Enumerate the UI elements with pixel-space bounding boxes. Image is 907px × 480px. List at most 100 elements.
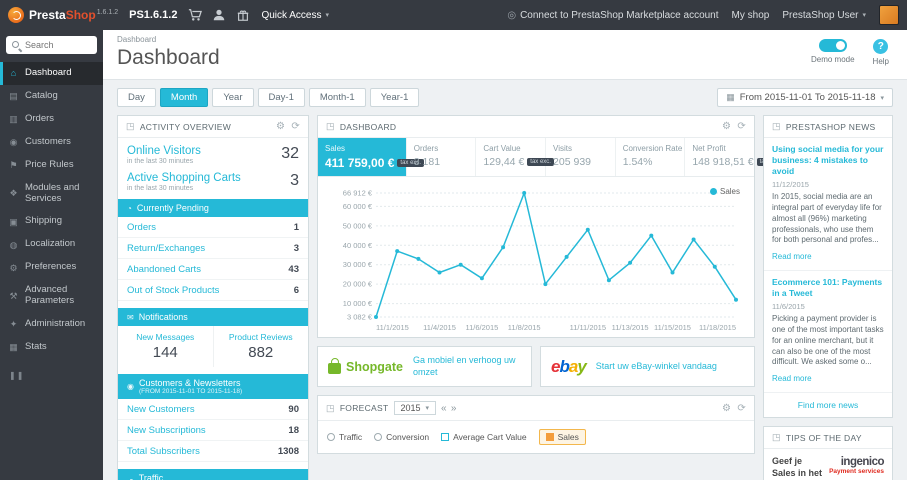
filter-month-1-button[interactable]: Month-1 — [308, 88, 366, 107]
customers-icon: ◉ — [9, 137, 18, 148]
abandoned-carts-link[interactable]: Abandoned Carts — [127, 264, 201, 275]
shopgate-link[interactable]: Ga mobiel en verhoog uw omzet — [413, 355, 521, 378]
news-article-title[interactable]: Using social media for your business: 4 … — [772, 144, 884, 177]
forecast-legend-conversion[interactable]: Conversion — [374, 432, 429, 442]
notifications-title: Notifications — [138, 312, 188, 322]
chart-legend[interactable]: Sales — [709, 187, 740, 196]
new-subscriptions-link[interactable]: New Subscriptions — [127, 425, 206, 436]
sidebar-item-label: Advanced Parameters — [25, 284, 75, 307]
kpi-visits[interactable]: Visits 205 939 — [546, 138, 616, 176]
sidebar-item-advanced-parameters[interactable]: ⚒ Advanced Parameters — [0, 279, 103, 313]
date-range-picker[interactable]: ▦ From 2015-11-01 To 2015-11-18 ▾ — [717, 88, 893, 107]
refresh-icon[interactable]: ⟳ — [291, 121, 300, 132]
read-more-link[interactable]: Read more — [772, 252, 812, 261]
ebay-link[interactable]: Start uw eBay-winkel vandaag — [596, 361, 717, 373]
panel-tools: ⚙ ⟳ — [276, 121, 300, 132]
forecast-panel: ◳ Forecast 2015 ▾ « » ⚙ — [317, 395, 755, 455]
sidebar-item-catalog[interactable]: ▤ Catalog — [0, 85, 103, 108]
product-reviews-label: Product Reviews — [228, 332, 293, 342]
sidebar-item-shipping[interactable]: ▣ Shipping — [0, 210, 103, 233]
sidebar-item-preferences[interactable]: ⚙ Preferences — [0, 256, 103, 279]
find-more-news-link[interactable]: Find more news — [764, 393, 892, 417]
gear-icon[interactable]: ⚙ — [276, 121, 285, 132]
gear-icon[interactable]: ⚙ — [722, 121, 731, 132]
sidebar-collapse-button[interactable]: ❚❚ — [0, 359, 103, 392]
date-range-label: From 2015-11-01 To 2015-11-18 — [739, 92, 876, 103]
pending-returns-link[interactable]: Return/Exchanges — [127, 243, 205, 254]
kpi-cart-value[interactable]: Cart Value 129,44 € tax exc. — [476, 138, 554, 176]
cart-icon[interactable] — [188, 8, 203, 22]
sidebar-item-label: Orders — [25, 112, 55, 124]
forecast-legend-traffic[interactable]: Traffic — [327, 432, 362, 442]
filter-month-button[interactable]: Month — [159, 88, 209, 107]
svg-text:11/11/2015: 11/11/2015 — [570, 323, 606, 332]
help-label: Help — [872, 57, 889, 66]
sidebar-item-label: Localization — [25, 238, 76, 250]
svg-text:50 000 €: 50 000 € — [343, 221, 373, 230]
filter-year-button[interactable]: Year — [212, 88, 254, 107]
help-button[interactable]: ? Help — [873, 39, 889, 66]
quick-access-menu[interactable]: Quick Access ▾ — [261, 10, 329, 21]
active-carts-metric: Active Shopping Carts in the last 30 min… — [118, 165, 308, 192]
price-rules-icon: ⚑ — [9, 159, 18, 170]
kpi-sales[interactable]: Sales 411 759,00 € tax exc. — [318, 138, 425, 176]
gift-icon[interactable] — [236, 8, 250, 22]
read-more-link[interactable]: Read more — [772, 374, 812, 383]
forecast-year-select[interactable]: 2015 ▾ — [393, 401, 437, 416]
prestashop-logo[interactable]: PrestaShop1.6.1.2 — [8, 7, 118, 23]
forecast-legend-sales[interactable]: Sales — [538, 429, 586, 446]
legend-dot-icon — [709, 188, 717, 195]
sidebar-item-administration[interactable]: ✦ Administration — [0, 313, 103, 336]
breadcrumb[interactable]: Dashboard — [117, 35, 893, 44]
sidebar-item-localization[interactable]: ◍ Localization — [0, 233, 103, 256]
clock-icon: ◔ — [127, 203, 132, 213]
active-carts-link[interactable]: Active Shopping Carts — [127, 172, 241, 184]
pending-orders-link[interactable]: Orders — [127, 222, 156, 233]
sidebar-item-customers[interactable]: ◉ Customers — [0, 131, 103, 154]
filter-day-1-button[interactable]: Day-1 — [257, 88, 305, 107]
marketplace-link[interactable]: ◎ Connect to PrestaShop Marketplace acco… — [507, 10, 718, 21]
sidebar-item-price-rules[interactable]: ⚑ Price Rules — [0, 154, 103, 177]
sidebar-item-dashboard[interactable]: ⌂ Dashboard — [0, 62, 103, 85]
sidebar-item-stats[interactable]: ▦ Stats — [0, 336, 103, 359]
kpi-conversion-rate[interactable]: Conversion Rate 1.54% — [616, 138, 686, 176]
people-icon: ◉ — [127, 382, 134, 391]
new-customers-link[interactable]: New Customers — [127, 404, 195, 415]
prestashop-logo-icon — [8, 7, 24, 23]
refresh-icon[interactable]: ⟳ — [737, 121, 746, 132]
user-menu[interactable]: PrestaShop User ▾ — [782, 10, 866, 21]
total-subscribers-link[interactable]: Total Subscribers — [127, 446, 200, 457]
kpi-orders[interactable]: Orders 3 181 — [407, 138, 477, 176]
product-reviews-cell[interactable]: Product Reviews 882 — [214, 326, 309, 367]
demo-mode-label: Demo mode — [810, 55, 855, 64]
sidebar-item-modules[interactable]: ❖ Modules and Services — [0, 177, 103, 211]
user-icon[interactable] — [212, 8, 226, 22]
online-visitors-link[interactable]: Online Visitors — [127, 145, 201, 157]
user-avatar[interactable] — [879, 5, 899, 25]
toggle-switch[interactable] — [818, 39, 847, 52]
out-of-stock-link[interactable]: Out of Stock Products — [127, 285, 219, 296]
filter-day-button[interactable]: Day — [117, 88, 156, 107]
news-article: Ecommerce 101: Payments in a Tweet 11/6/… — [764, 271, 892, 394]
shopping-bag-icon — [328, 358, 341, 375]
forecast-legend-average-cart-value[interactable]: Average Cart Value — [441, 432, 527, 442]
app-shell: ⌂ Dashboard ▤ Catalog ▥ Orders ◉ Customers ⚑… — [0, 30, 907, 480]
gear-icon[interactable]: ⚙ — [722, 403, 731, 414]
tips-top: Geef je Sales in het buitenland een Boos… — [772, 456, 884, 480]
kpi-net-profit[interactable]: Net Profit 148 918,51 €tax exc. — [685, 138, 784, 176]
search-input[interactable] — [25, 40, 92, 50]
refresh-icon[interactable]: ⟳ — [737, 403, 746, 414]
kpi-value: 3 181 — [413, 156, 441, 168]
ebay-module-ad: ebay Start uw eBay-winkel vandaag — [540, 346, 755, 388]
demo-mode-toggle[interactable]: Demo mode — [811, 39, 855, 66]
news-article-title[interactable]: Ecommerce 101: Payments in a Tweet — [772, 277, 884, 299]
kpi-label: Visits — [553, 144, 573, 153]
new-messages-cell[interactable]: New Messages 144 — [118, 326, 214, 367]
new-customers-value: 90 — [288, 403, 299, 415]
sidebar-item-orders[interactable]: ▥ Orders — [0, 108, 103, 131]
next-icon[interactable]: » — [451, 403, 457, 414]
filter-year-1-button[interactable]: Year-1 — [369, 88, 420, 107]
previous-icon[interactable]: « — [441, 403, 447, 414]
right-column: ◳ PrestaShop News Using social media for… — [763, 115, 893, 480]
my-shop-link[interactable]: My shop — [732, 10, 770, 21]
